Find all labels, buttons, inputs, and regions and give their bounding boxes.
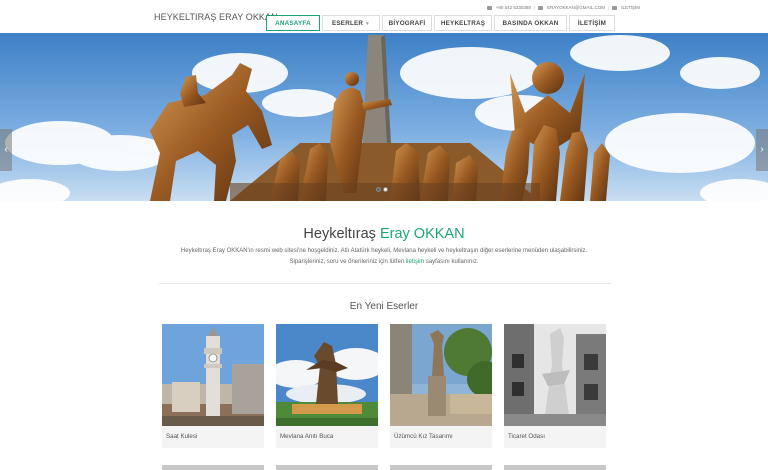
work-label[interactable]: Ticaret Odası (504, 426, 606, 448)
intro-text: Heykeltıraş Eray OKKAN'ın resmi web site… (0, 246, 768, 267)
contact-page-link[interactable]: iletişim (406, 259, 424, 265)
work-card-partial (276, 465, 378, 470)
top-header: HEYKELTIRAŞ ERAY OKKAN +90 542 5230388 |… (0, 0, 768, 33)
chevron-down-icon: ▾ (366, 21, 369, 27)
slider-dots (376, 187, 388, 192)
intro-title-highlight: Eray OKKAN (379, 226, 465, 242)
main-nav: ANASAYFA ESERLER ▾ BİYOGRAFİ HEYKELTRAŞ B… (266, 15, 615, 31)
nav-item-biyografi[interactable]: BİYOGRAFİ (382, 15, 432, 31)
separator: | (608, 5, 610, 10)
work-image[interactable] (504, 324, 606, 426)
work-image[interactable] (390, 324, 492, 426)
intro-line-2-after: sayfasını kullanınız. (424, 258, 479, 265)
work-card-partial (162, 465, 264, 470)
work-card[interactable]: Mevlana Anıtı Buca (276, 324, 378, 448)
email-icon (538, 5, 544, 10)
intro-line-2-before: Siparişleriniz, soru ve önerileriniz içi… (289, 258, 406, 265)
nav-item-iletisim[interactable]: İLETİŞİM (569, 15, 615, 31)
work-card[interactable]: Üzümcü Kız Tasarımı (390, 324, 492, 448)
chat-icon (612, 5, 618, 10)
work-card-partial (504, 465, 606, 470)
hero-slider[interactable]: ‹ › (0, 33, 768, 201)
nav-item-heykeltras[interactable]: HEYKELTRAŞ (434, 15, 492, 31)
work-label[interactable]: Üzümcü Kız Tasarımı (390, 426, 492, 448)
work-label[interactable]: Mevlana Anıtı Buca (276, 426, 378, 448)
work-card[interactable]: Saat Kulesi (162, 324, 264, 448)
section-divider (159, 283, 611, 284)
work-label[interactable]: Saat Kulesi (162, 426, 264, 448)
phone-icon (486, 5, 492, 10)
nav-item-label: ESERLER (332, 20, 364, 27)
phone-number[interactable]: +90 542 5230388 (496, 5, 531, 10)
work-image[interactable] (276, 324, 378, 426)
separator: | (533, 5, 536, 10)
contact-bar: +90 542 5230388 | ERAYOKKAN@GMAIL.COM | … (486, 5, 640, 10)
intro-title-plain: Heykeltıraş (303, 226, 380, 242)
work-card-partial (390, 465, 492, 470)
works-grid: Saat Kulesi Mevlana Anıtı Buca Üzümcü Kı… (162, 324, 606, 448)
works-grid-next-row (162, 465, 606, 470)
slider-next-button[interactable]: › (756, 129, 768, 171)
intro-line-2: Siparişleriniz, soru ve önerileriniz içi… (0, 257, 768, 268)
email-address[interactable]: ERAYOKKAN@GMAIL.COM (547, 5, 605, 10)
hero-image (0, 33, 768, 201)
slider-dot-2[interactable] (383, 187, 388, 192)
contact-link[interactable]: İLETİŞİM (621, 5, 640, 10)
intro-line-1: Heykeltıraş Eray OKKAN'ın resmi web site… (180, 248, 588, 254)
work-image[interactable] (162, 324, 264, 426)
slider-prev-button[interactable]: ‹ (0, 129, 12, 171)
nav-item-anasayfa[interactable]: ANASAYFA (266, 15, 320, 31)
nav-item-eserler[interactable]: ESERLER ▾ (322, 15, 380, 31)
slider-dot-1[interactable] (376, 187, 381, 192)
intro-title: Heykeltıraş Eray OKKAN (0, 226, 768, 242)
site-brand[interactable]: HEYKELTIRAŞ ERAY OKKAN (154, 12, 278, 22)
nav-item-basinda-okkan[interactable]: BASINDA OKKAN (494, 15, 567, 31)
work-card[interactable]: Ticaret Odası (504, 324, 606, 448)
works-section-title: En Yeni Eserler (349, 301, 419, 312)
